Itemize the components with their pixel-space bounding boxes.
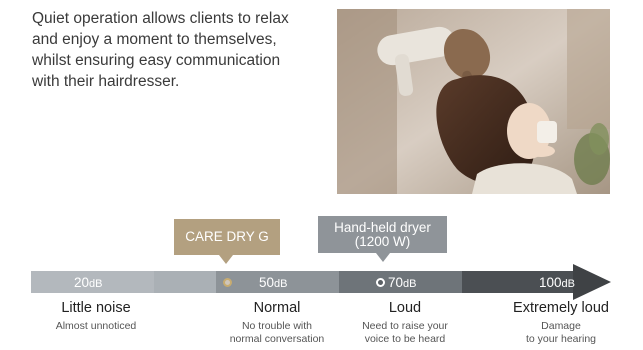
level-20db-unit: dB (89, 278, 103, 290)
noise-scale-bar: 20dB 50dB 70dB 100dB (31, 264, 611, 300)
salon-photo-illustration (337, 9, 610, 194)
category-description: Damage (541, 320, 581, 332)
category-normal: Normal No trouble with normal conversati… (215, 300, 339, 346)
category-description: voice to be heard (364, 333, 446, 345)
category-description: to your hearing (525, 333, 597, 345)
care-dry-g-pointer (219, 255, 233, 264)
category-title: Normal (253, 300, 301, 316)
category-title: Extremely loud (513, 300, 609, 316)
hand-held-dryer-tag: Hand-held dryer (1200 W) (318, 216, 447, 253)
intro-line: whilst ensuring easy communication (32, 52, 281, 69)
hand-held-dryer-wattage: (1200 W) (354, 234, 411, 249)
level-50db-value: 50 (259, 275, 275, 290)
category-description: No trouble with (241, 320, 313, 332)
level-70db-unit: dB (403, 278, 417, 290)
hand-held-dryer-label: Hand-held dryer (334, 220, 431, 235)
level-20db: 20dB (74, 275, 103, 290)
salon-photo (337, 9, 610, 194)
level-50db-unit: dB (274, 278, 288, 290)
category-description: normal conversation (229, 333, 325, 345)
scale-segment-2 (154, 271, 216, 293)
level-100db-unit: dB (561, 278, 575, 290)
category-title: Little noise (61, 300, 131, 316)
hand-held-dryer-pointer (376, 253, 390, 262)
level-50db: 50dB (259, 275, 288, 290)
care-dry-g-marker (223, 278, 232, 287)
intro-line: with their hairdresser. (32, 73, 180, 90)
intro-line: and enjoy a moment to themselves, (32, 31, 277, 48)
category-little-noise: Little noise Almost unnoticed (36, 300, 156, 333)
level-70db-value: 70 (388, 275, 404, 290)
category-description: Almost unnoticed (55, 320, 137, 332)
category-loud: Loud Need to raise your voice to be hear… (343, 300, 467, 346)
intro-line: Quiet operation allows clients to relax (32, 10, 289, 27)
intro-paragraph: Quiet operation allows clients to relax … (32, 8, 332, 92)
level-100db-value: 100 (539, 275, 562, 290)
hand-held-dryer-marker (376, 278, 385, 287)
level-20db-value: 20 (74, 275, 90, 290)
level-100db: 100dB (539, 275, 575, 290)
level-70db: 70dB (388, 275, 417, 290)
care-dry-g-label: CARE DRY G (185, 229, 269, 244)
category-title: Loud (388, 300, 422, 316)
care-dry-g-tag: CARE DRY G (174, 219, 280, 255)
category-description: Need to raise your (362, 320, 448, 332)
scale-arrow-head (573, 264, 611, 300)
category-extremely-loud: Extremely loud Damage to your hearing (500, 300, 622, 346)
